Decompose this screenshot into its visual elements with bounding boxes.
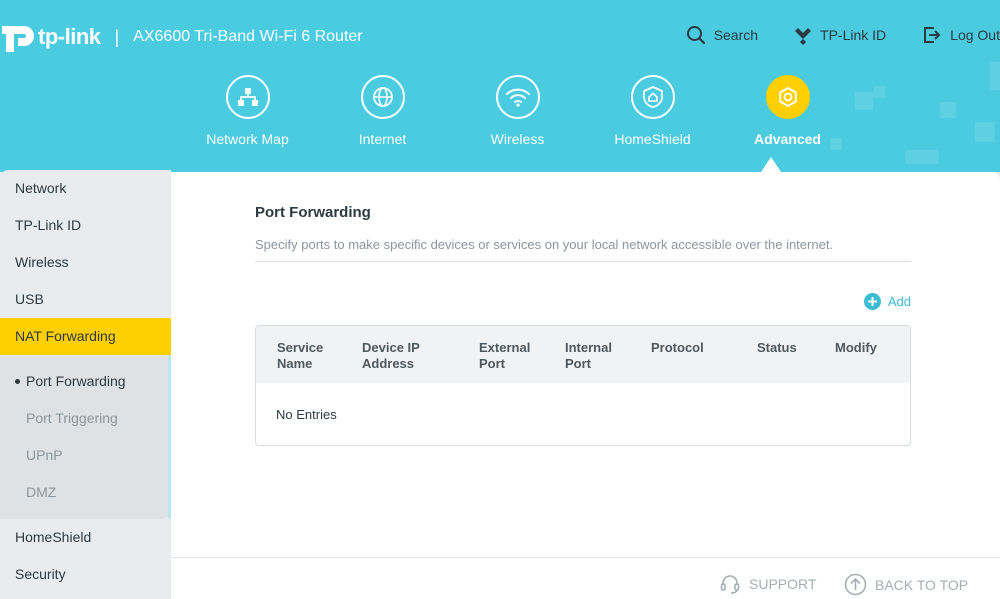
decoration [975, 122, 995, 142]
column-header-line: Device IP [362, 340, 420, 355]
search-icon [686, 26, 705, 45]
page-description: Specify ports to make specific devices o… [255, 237, 911, 262]
footer: SUPPORT BACK TO TOP [171, 557, 1000, 599]
nav-icon-circle [495, 75, 540, 119]
decoration [855, 92, 873, 110]
nav-label: Network Map [206, 131, 289, 147]
column-header-line: Internal [565, 340, 612, 355]
sidebar-subitem-port-triggering[interactable]: Port Triggering [0, 400, 171, 437]
plus-circle-icon [863, 293, 881, 310]
nav-label: HomeShield [614, 131, 691, 147]
table-header: Service Name Device IP Address External … [256, 326, 910, 383]
nav-icon-circle [765, 75, 810, 119]
column-header: External Port [479, 326, 565, 383]
active-nav-pointer [761, 157, 781, 172]
nav-advanced[interactable]: Advanced [720, 75, 855, 147]
arrow-up-circle-icon [844, 573, 867, 596]
column-header-line: Name [277, 356, 313, 371]
homeshield-icon [642, 86, 663, 108]
nav-internet[interactable]: Internet [315, 75, 450, 147]
nav-label: Advanced [754, 131, 821, 147]
sidebar-item-security[interactable]: Security [0, 556, 171, 593]
search-button[interactable]: Search [686, 25, 758, 45]
back-to-top-link[interactable]: BACK TO TOP [844, 573, 968, 596]
column-header-line: Port [479, 356, 505, 371]
nav-homeshield[interactable]: HomeShield [585, 75, 720, 147]
tplink-id-button[interactable]: TP-Link ID [794, 24, 886, 46]
sidebar-subitem-port-forwarding[interactable]: Port Forwarding [0, 363, 171, 400]
column-header-line: Address [362, 356, 415, 371]
nat-forwarding-submenu: Port Forwarding Port Triggering UPnP DMZ [0, 355, 171, 519]
nav-wireless[interactable]: Wireless [450, 75, 585, 147]
support-link[interactable]: SUPPORT [719, 573, 816, 595]
decoration [990, 62, 1000, 90]
sidebar-item-homeshield[interactable]: HomeShield [0, 519, 171, 556]
nav-icon-circle [360, 75, 405, 119]
decoration [905, 150, 939, 164]
column-header: Protocol [651, 326, 757, 383]
search-label: Search [713, 27, 759, 43]
back-to-top-label: BACK TO TOP [875, 576, 969, 593]
main-content: Port Forwarding Specify ports to make sp… [171, 172, 1000, 557]
globe-icon [372, 87, 393, 107]
port-forwarding-table: Service Name Device IP Address External … [255, 325, 911, 446]
column-header-line: Service [277, 340, 324, 355]
empty-table-message: No Entries [276, 407, 337, 422]
main-nav: Network Map Internet Wireless HomeShield… [180, 75, 855, 147]
support-label: SUPPORT [749, 576, 817, 592]
column-header-line: Modify [835, 340, 877, 355]
headset-icon [720, 575, 740, 594]
brand-logo[interactable]: tp-link | AX6600 Tri-Band Wi-Fi 6 Router [0, 20, 363, 54]
sidebar-item-tplink-id[interactable]: TP-Link ID [0, 207, 171, 244]
nav-icon-circle [225, 75, 270, 119]
sidebar-item-nat-forwarding[interactable]: NAT Forwarding [0, 318, 171, 355]
sidebar-item-network[interactable]: Network [0, 170, 171, 207]
sidebar: Network TP-Link ID Wireless USB NAT Forw… [0, 170, 171, 599]
column-header-line: External [479, 340, 531, 355]
tplink-id-icon [795, 28, 812, 45]
nav-network-map[interactable]: Network Map [180, 75, 315, 147]
tplink-id-label: TP-Link ID [820, 27, 887, 43]
nav-label: Wireless [490, 131, 545, 147]
column-header: Internal Port [565, 326, 651, 383]
column-header: Service Name [256, 326, 362, 383]
sidebar-subitem-upnp[interactable]: UPnP [0, 437, 171, 474]
column-header: Device IP Address [362, 326, 479, 383]
header: tp-link | AX6600 Tri-Band Wi-Fi 6 Router… [0, 0, 1000, 172]
router-model: AX6600 Tri-Band Wi-Fi 6 Router [133, 28, 363, 45]
column-header-line: Port [565, 356, 591, 371]
sidebar-item-wireless[interactable]: Wireless [0, 244, 171, 281]
wifi-icon [505, 88, 530, 107]
logout-icon [924, 27, 941, 43]
logout-label: Log Out [950, 27, 1000, 43]
nav-icon-circle [630, 75, 675, 119]
add-label: Add [887, 294, 911, 309]
top-actions: Search TP-Link ID Log Out [650, 24, 1000, 46]
sidebar-subitem-dmz[interactable]: DMZ [0, 474, 171, 511]
nav-label: Internet [358, 131, 407, 147]
network-map-icon [237, 88, 258, 106]
column-header-line: Status [757, 340, 797, 355]
decoration [873, 86, 885, 98]
brand-separator: | [114, 26, 120, 47]
logout-button[interactable]: Log Out [922, 25, 1000, 45]
tplink-logo-icon [2, 26, 34, 52]
column-header: Status [757, 326, 835, 383]
sidebar-item-usb[interactable]: USB [0, 281, 171, 318]
column-header: Modify [835, 326, 905, 383]
column-header-line: Protocol [651, 340, 704, 355]
add-button[interactable]: Add [863, 293, 911, 310]
decoration [940, 102, 956, 118]
brand-name: tp-link [38, 24, 101, 49]
gear-icon [778, 86, 797, 108]
page-title: Port Forwarding [255, 204, 371, 221]
